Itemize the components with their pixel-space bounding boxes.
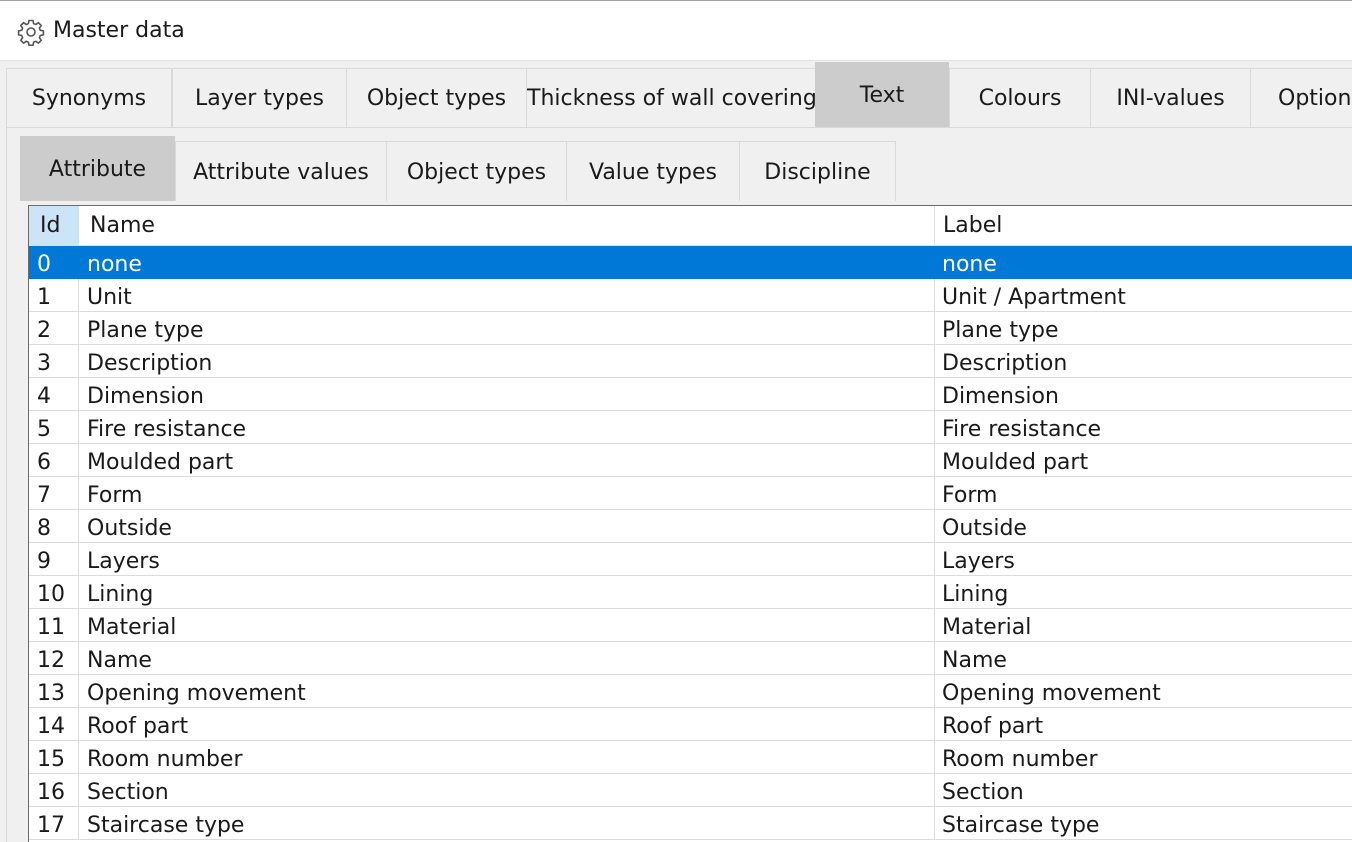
cell-id[interactable]: 6 <box>29 444 79 476</box>
attribute-grid[interactable]: Id Name Label 0 none none 1 Unit Unit / Apart… <box>28 205 1352 842</box>
tab-thickness-of-wall-covering[interactable]: Thickness of wall covering <box>526 68 816 128</box>
subtab-discipline[interactable]: Discipline <box>739 141 896 201</box>
main-tab-bar: Synonyms Layer types Object types Thickn… <box>6 62 1352 128</box>
grid-rows: 0 none none 1 Unit Unit / Apartment 2 Plane typ… <box>29 246 1352 840</box>
cell-name[interactable]: Material <box>79 609 935 641</box>
tab-layer-types[interactable]: Layer types <box>172 68 347 128</box>
cell-name[interactable]: Layers <box>79 543 935 575</box>
cell-id[interactable]: 4 <box>29 378 79 410</box>
cell-id[interactable]: 9 <box>29 543 79 575</box>
table-row[interactable]: 0 none none <box>29 246 1352 279</box>
title-bar: Master data <box>0 1 1352 61</box>
cell-name[interactable]: Unit <box>79 279 935 311</box>
cell-id[interactable]: 14 <box>29 708 79 740</box>
cell-label[interactable]: Description <box>935 345 1352 377</box>
window-title: Master data <box>53 18 185 43</box>
gear-icon <box>17 19 45 46</box>
table-row[interactable]: 17 Staircase type Staircase type <box>29 807 1352 840</box>
cell-name[interactable]: Roof part <box>79 708 935 740</box>
cell-name[interactable]: Outside <box>79 510 935 542</box>
cell-label[interactable]: Plane type <box>935 312 1352 344</box>
cell-label[interactable]: Material <box>935 609 1352 641</box>
grid-header: Id Name Label <box>29 206 1352 246</box>
cell-id[interactable]: 8 <box>29 510 79 542</box>
cell-name[interactable]: Section <box>79 774 935 806</box>
table-row[interactable]: 4 Dimension Dimension <box>29 378 1352 411</box>
cell-label[interactable]: Roof part <box>935 708 1352 740</box>
cell-label[interactable]: Dimension <box>935 378 1352 410</box>
cell-id[interactable]: 2 <box>29 312 79 344</box>
cell-label[interactable]: Lining <box>935 576 1352 608</box>
cell-label[interactable]: Opening movement <box>935 675 1352 707</box>
master-data-window: Master data Synonyms Layer types Object … <box>0 0 1352 842</box>
cell-id[interactable]: 1 <box>29 279 79 311</box>
table-row[interactable]: 11 Material Material <box>29 609 1352 642</box>
tab-object-types[interactable]: Object types <box>346 68 527 128</box>
cell-label[interactable]: Staircase type <box>935 807 1352 839</box>
cell-name[interactable]: Opening movement <box>79 675 935 707</box>
table-row[interactable]: 6 Moulded part Moulded part <box>29 444 1352 477</box>
cell-label[interactable]: Section <box>935 774 1352 806</box>
cell-id[interactable]: 15 <box>29 741 79 773</box>
table-row[interactable]: 15 Room number Room number <box>29 741 1352 774</box>
cell-id[interactable]: 16 <box>29 774 79 806</box>
table-row[interactable]: 13 Opening movement Opening movement <box>29 675 1352 708</box>
cell-id[interactable]: 5 <box>29 411 79 443</box>
table-row[interactable]: 9 Layers Layers <box>29 543 1352 576</box>
tab-option[interactable]: Option <box>1250 68 1352 128</box>
cell-name[interactable]: Plane type <box>79 312 935 344</box>
column-header-name[interactable]: Name <box>79 206 935 245</box>
table-row[interactable]: 3 Description Description <box>29 345 1352 378</box>
table-row[interactable]: 14 Roof part Roof part <box>29 708 1352 741</box>
cell-name[interactable]: Fire resistance <box>79 411 935 443</box>
cell-id[interactable]: 10 <box>29 576 79 608</box>
subtab-object-types[interactable]: Object types <box>386 141 567 201</box>
cell-name[interactable]: Lining <box>79 576 935 608</box>
tab-colours[interactable]: Colours <box>949 68 1091 128</box>
cell-name[interactable]: Description <box>79 345 935 377</box>
cell-label[interactable]: Layers <box>935 543 1352 575</box>
cell-label[interactable]: Fire resistance <box>935 411 1352 443</box>
cell-id[interactable]: 3 <box>29 345 79 377</box>
tab-synonyms[interactable]: Synonyms <box>6 68 172 128</box>
column-header-id[interactable]: Id <box>29 206 79 245</box>
table-row[interactable]: 16 Section Section <box>29 774 1352 807</box>
cell-label[interactable]: Moulded part <box>935 444 1352 476</box>
cell-label[interactable]: Unit / Apartment <box>935 279 1352 311</box>
tab-ini-values[interactable]: INI-values <box>1090 68 1251 128</box>
cell-name[interactable]: none <box>79 246 935 278</box>
cell-label[interactable]: none <box>935 246 1352 278</box>
subtab-value-types[interactable]: Value types <box>566 141 740 201</box>
cell-id[interactable]: 7 <box>29 477 79 509</box>
table-row[interactable]: 7 Form Form <box>29 477 1352 510</box>
cell-id[interactable]: 0 <box>29 246 79 278</box>
table-row[interactable]: 2 Plane type Plane type <box>29 312 1352 345</box>
table-row[interactable]: 10 Lining Lining <box>29 576 1352 609</box>
cell-label[interactable]: Name <box>935 642 1352 674</box>
table-row[interactable]: 8 Outside Outside <box>29 510 1352 543</box>
cell-id[interactable]: 12 <box>29 642 79 674</box>
table-row[interactable]: 12 Name Name <box>29 642 1352 675</box>
subtab-attribute-values[interactable]: Attribute values <box>175 141 387 201</box>
cell-name[interactable]: Moulded part <box>79 444 935 476</box>
cell-id[interactable]: 11 <box>29 609 79 641</box>
cell-id[interactable]: 13 <box>29 675 79 707</box>
subtab-attribute[interactable]: Attribute <box>20 136 175 201</box>
table-row[interactable]: 1 Unit Unit / Apartment <box>29 279 1352 312</box>
cell-name[interactable]: Staircase type <box>79 807 935 839</box>
tab-text[interactable]: Text <box>815 62 949 128</box>
cell-label[interactable]: Form <box>935 477 1352 509</box>
table-row[interactable]: 5 Fire resistance Fire resistance <box>29 411 1352 444</box>
cell-id[interactable]: 17 <box>29 807 79 839</box>
cell-name[interactable]: Name <box>79 642 935 674</box>
cell-label[interactable]: Room number <box>935 741 1352 773</box>
column-header-label[interactable]: Label <box>935 206 1352 245</box>
cell-name[interactable]: Room number <box>79 741 935 773</box>
cell-name[interactable]: Form <box>79 477 935 509</box>
cell-label[interactable]: Outside <box>935 510 1352 542</box>
cell-name[interactable]: Dimension <box>79 378 935 410</box>
